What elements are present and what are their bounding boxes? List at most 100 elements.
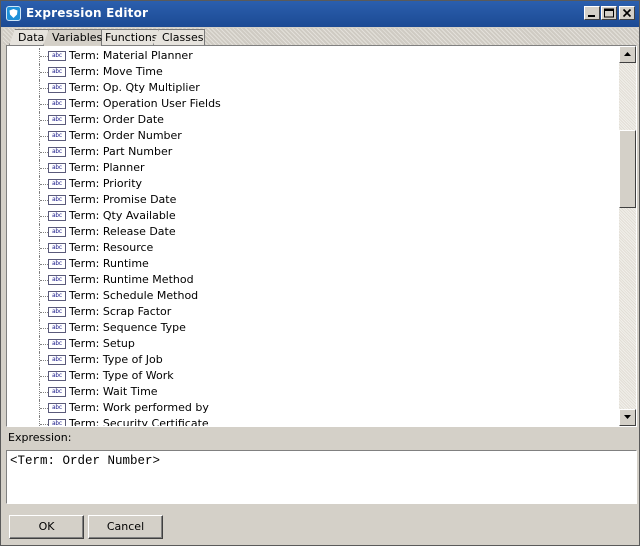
tree-item[interactable]: abc Term: Move Time	[7, 64, 619, 80]
tree-item-label: Term: Scrap Factor	[69, 305, 172, 318]
tree-item[interactable]: abc Term: Type of Job	[7, 352, 619, 368]
tab-classes[interactable]: Classes	[153, 29, 205, 45]
abc-variable-icon: abc	[48, 211, 66, 221]
tree-item[interactable]: abc Term: Order Date	[7, 112, 619, 128]
tree-item[interactable]: abc Term: Part Number	[7, 144, 619, 160]
scroll-thumb[interactable]	[619, 130, 636, 208]
scroll-down-button[interactable]	[619, 409, 636, 426]
tree-branch	[40, 120, 48, 121]
tree-item[interactable]: abc Term: Order Number	[7, 128, 619, 144]
tab-functions[interactable]: Functions	[96, 29, 159, 45]
tree-branch	[40, 216, 48, 217]
scroll-up-button[interactable]	[619, 46, 636, 63]
variables-tree[interactable]: abc Term: Material Planner abc Term: Move T…	[6, 45, 637, 427]
tree-item[interactable]: abc Term: Wait Time	[7, 384, 619, 400]
tree-item-label: Term: Move Time	[69, 65, 163, 78]
tree-item[interactable]: abc Term: Schedule Method	[7, 288, 619, 304]
tree-item[interactable]: abc Term: Qty Available	[7, 208, 619, 224]
tree-item[interactable]: abc Term: Runtime Method	[7, 272, 619, 288]
tree-branch	[40, 248, 48, 249]
abc-variable-icon: abc	[48, 163, 66, 173]
tree-item[interactable]: abc Term: Priority	[7, 176, 619, 192]
abc-variable-icon: abc	[48, 387, 66, 397]
tree-item[interactable]: abc Term: Op. Qty Multiplier	[7, 80, 619, 96]
expression-label: Expression:	[8, 431, 72, 444]
abc-variable-icon: abc	[48, 323, 66, 333]
tree-item-label: Term: Release Date	[69, 225, 176, 238]
arrow-down-icon	[624, 415, 631, 419]
tree-item-label: Term: Order Date	[69, 113, 164, 126]
tree-item-label: Term: Planner	[69, 161, 145, 174]
tree-connector	[39, 416, 40, 426]
expression-text[interactable]: <Term: Order Number>	[10, 454, 160, 468]
tree-branch	[40, 264, 48, 265]
ok-button[interactable]: OK	[9, 515, 84, 539]
tree-item[interactable]: abc Term: Promise Date	[7, 192, 619, 208]
tree-item-label: Term: Runtime	[69, 257, 149, 270]
tree-item[interactable]: abc Term: Material Planner	[7, 48, 619, 64]
abc-variable-icon: abc	[48, 243, 66, 253]
abc-variable-icon: abc	[48, 355, 66, 365]
tree-item[interactable]: abc Term: Work performed by	[7, 400, 619, 416]
tree-item-label: Term: Op. Qty Multiplier	[69, 81, 200, 94]
tree-list: abc Term: Material Planner abc Term: Move T…	[7, 48, 619, 427]
tree-branch	[40, 152, 48, 153]
abc-variable-icon: abc	[48, 99, 66, 109]
tree-item-label: Term: Schedule Method	[69, 289, 199, 302]
expression-input[interactable]: <Term: Order Number>	[6, 450, 637, 504]
tab-data[interactable]: Data	[9, 29, 49, 45]
tree-branch	[40, 312, 48, 313]
tree-branch	[40, 56, 48, 57]
cancel-button[interactable]: Cancel	[88, 515, 163, 539]
tree-item[interactable]: abc Term: Runtime	[7, 256, 619, 272]
tree-item[interactable]: abc Term: Security Certificate	[7, 416, 619, 427]
title-bar[interactable]: Expression Editor	[1, 1, 639, 27]
tree-item[interactable]: abc Term: Resource	[7, 240, 619, 256]
tree-item[interactable]: abc Term: Operation User Fields	[7, 96, 619, 112]
tree-item[interactable]: abc Term: Scrap Factor	[7, 304, 619, 320]
abc-variable-icon: abc	[48, 51, 66, 61]
tree-item[interactable]: abc Term: Release Date	[7, 224, 619, 240]
tree-branch	[40, 424, 48, 425]
tree-item[interactable]: abc Term: Setup	[7, 336, 619, 352]
tree-item[interactable]: abc Term: Type of Work	[7, 368, 619, 384]
app-shield-icon	[6, 6, 21, 21]
expression-editor-window: Expression Editor Data Variables Functio…	[0, 0, 640, 546]
tree-item-label: Term: Priority	[69, 177, 143, 190]
tree-branch	[40, 232, 48, 233]
abc-variable-icon: abc	[48, 275, 66, 285]
tree-branch	[40, 376, 48, 377]
tab-variables[interactable]: Variables	[43, 29, 102, 46]
tree-item-label: Term: Resource	[69, 241, 154, 254]
abc-variable-icon: abc	[48, 403, 66, 413]
tree-item-label: Term: Security Certificate	[69, 417, 209, 427]
tree-branch	[40, 184, 48, 185]
abc-variable-icon: abc	[48, 291, 66, 301]
tree-vertical-scrollbar[interactable]	[619, 46, 636, 426]
tree-item-label: Term: Order Number	[69, 129, 182, 142]
abc-variable-icon: abc	[48, 371, 66, 381]
abc-variable-icon: abc	[48, 131, 66, 141]
abc-variable-icon: abc	[48, 307, 66, 317]
abc-variable-icon: abc	[48, 259, 66, 269]
tree-item-label: Term: Material Planner	[69, 49, 193, 62]
abc-variable-icon: abc	[48, 83, 66, 93]
tree-branch	[40, 296, 48, 297]
tree-branch	[40, 408, 48, 409]
abc-variable-icon: abc	[48, 179, 66, 189]
minimize-button[interactable]	[584, 6, 600, 20]
tree-item[interactable]: abc Term: Sequence Type	[7, 320, 619, 336]
tree-item-label: Term: Runtime Method	[69, 273, 194, 286]
tree-branch	[40, 168, 48, 169]
tree-branch	[40, 392, 48, 393]
abc-variable-icon: abc	[48, 147, 66, 157]
tree-branch	[40, 104, 48, 105]
tree-item-label: Term: Part Number	[69, 145, 173, 158]
abc-variable-icon: abc	[48, 419, 66, 426]
tree-item[interactable]: abc Term: Planner	[7, 160, 619, 176]
close-button[interactable]	[619, 6, 635, 20]
close-icon	[622, 8, 632, 18]
tab-strip: Data Variables Functions Classes	[3, 28, 639, 46]
maximize-button[interactable]	[601, 6, 617, 20]
tree-branch	[40, 360, 48, 361]
